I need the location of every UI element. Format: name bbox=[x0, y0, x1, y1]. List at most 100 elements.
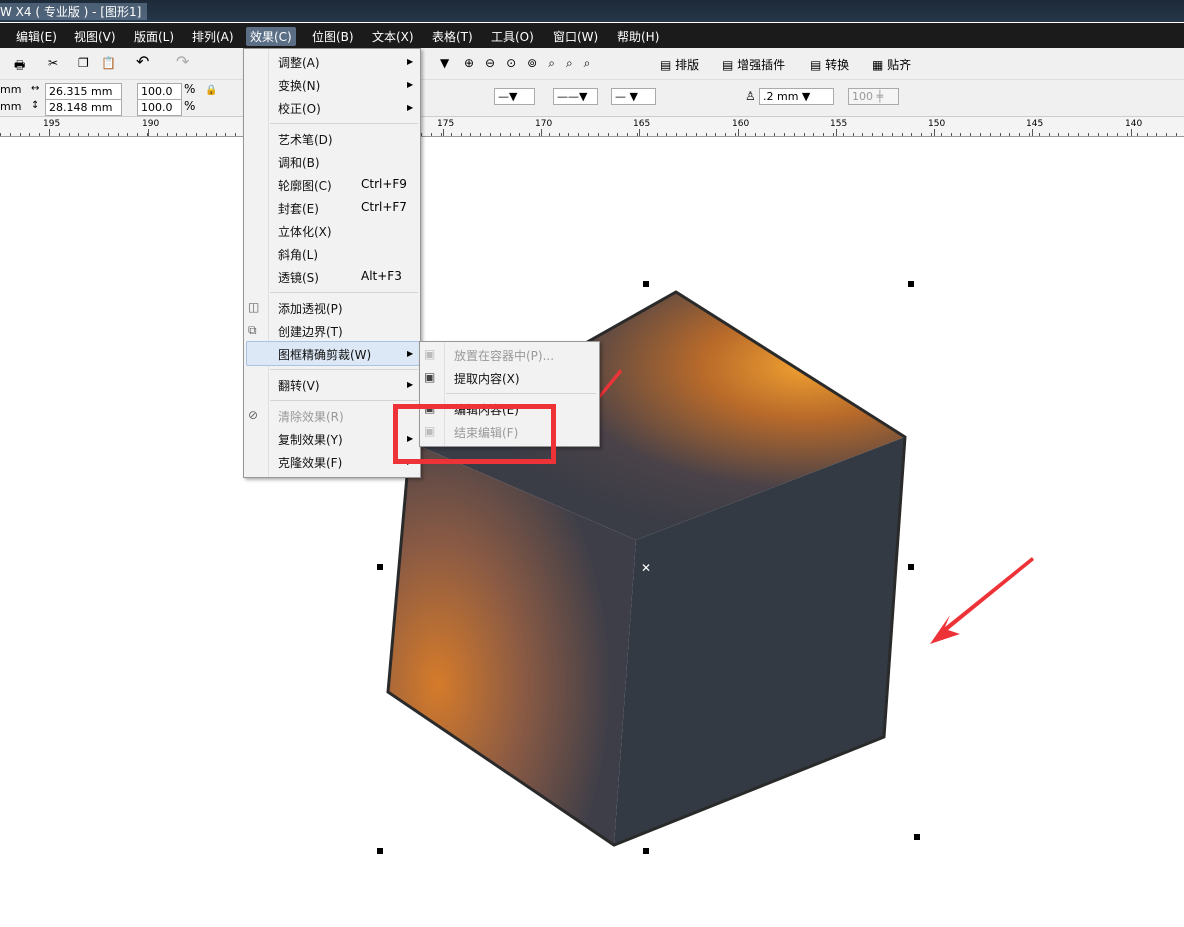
transparency-value: 100 bbox=[852, 90, 873, 103]
menu-bitmaps[interactable]: 位图(B) bbox=[308, 27, 358, 46]
menu-item[interactable]: 封套(E) bbox=[278, 200, 319, 217]
menu-tools[interactable]: 工具(O) bbox=[487, 27, 538, 46]
ruler-tick bbox=[852, 133, 854, 136]
ruler-major-tick bbox=[541, 129, 542, 136]
menu-separator bbox=[270, 369, 418, 370]
ruler-tick bbox=[725, 133, 727, 136]
menu-table[interactable]: 表格(T) bbox=[428, 27, 477, 46]
plugin-layout-label: 排版 bbox=[675, 58, 700, 72]
outline-width-select[interactable]: .2 mm ▼ bbox=[759, 88, 834, 105]
ruler-tick bbox=[1127, 133, 1128, 136]
plugin-convert-label: 转换 bbox=[825, 58, 850, 72]
submenu-item[interactable]: 提取内容(X) bbox=[454, 370, 520, 387]
zoom-icon[interactable]: ⊕⊖⊙⊚⌕⌕⌕ bbox=[464, 56, 601, 71]
menu-arrange[interactable]: 排列(A) bbox=[188, 27, 238, 46]
menu-item[interactable]: 变换(N) bbox=[278, 77, 320, 94]
copy-icon[interactable]: ❐ bbox=[78, 56, 89, 70]
scale-y-input[interactable]: 100.0 bbox=[137, 99, 182, 116]
menu-item[interactable]: 校正(O) bbox=[278, 100, 321, 117]
submenu-arrow-icon: ▶ bbox=[407, 380, 414, 389]
ruler-tick bbox=[1146, 133, 1148, 136]
undo-icon[interactable]: ↶ bbox=[136, 52, 149, 71]
menu-bar: 编辑(E) 视图(V) 版面(L) 排列(A) 效果(C) 位图(B) 文本(X… bbox=[0, 23, 1184, 48]
menu-help[interactable]: 帮助(H) bbox=[613, 27, 663, 46]
print-icon[interactable]: 🖶 bbox=[14, 56, 25, 77]
ruler-major-tick bbox=[738, 129, 739, 136]
ruler-tick bbox=[137, 133, 139, 136]
menu-item[interactable]: 清除效果(R) bbox=[278, 408, 344, 425]
ruler-tick bbox=[166, 133, 168, 136]
menu-edit[interactable]: 编辑(E) bbox=[12, 27, 61, 46]
standard-toolbar: 🖶 ✂ ❐ 📋 ↶ ↷ ▼ ⊕⊖⊙⊚⌕⌕⌕ ▤ 排版 ▤ 增强插件 ▤ 转换 ▦… bbox=[0, 48, 1184, 80]
menu-item[interactable]: 立体化(X) bbox=[278, 223, 332, 240]
ruler-tick bbox=[705, 133, 707, 136]
menu-item[interactable]: 复制效果(Y) bbox=[278, 431, 343, 448]
scale-x-input[interactable]: 100.0 bbox=[137, 83, 182, 100]
menu-item[interactable]: 克隆效果(F) bbox=[278, 454, 342, 471]
menu-item[interactable]: 透镜(S) bbox=[278, 269, 319, 286]
highlight-box bbox=[393, 404, 556, 464]
ruler-label: 170 bbox=[535, 119, 553, 129]
cut-icon[interactable]: ✂ bbox=[48, 56, 58, 70]
menu-item[interactable]: 艺术笔(D) bbox=[278, 131, 333, 148]
plugin-snap-label: 贴齐 bbox=[887, 58, 912, 72]
menu-effects[interactable]: 效果(C) bbox=[246, 27, 296, 46]
ruler-tick bbox=[460, 133, 462, 136]
menu-window[interactable]: 窗口(W) bbox=[549, 27, 602, 46]
plugin-convert-button[interactable]: ▤ 转换 bbox=[810, 56, 849, 73]
ruler-tick bbox=[29, 133, 31, 136]
menu-item[interactable]: 图框精确剪裁(W) bbox=[278, 346, 371, 363]
ruler-tick bbox=[1029, 133, 1030, 136]
end-arrow-select[interactable]: — ▼ bbox=[611, 88, 656, 105]
ruler-tick bbox=[568, 133, 570, 136]
transparency-input[interactable]: 100 ╪ bbox=[848, 88, 899, 105]
ruler-tick bbox=[842, 133, 844, 136]
ruler-tick bbox=[421, 133, 423, 136]
ruler-tick bbox=[558, 133, 560, 136]
ruler-tick bbox=[597, 133, 599, 136]
menu-item[interactable]: 翻转(V) bbox=[278, 377, 320, 394]
ruler-tick bbox=[891, 133, 893, 136]
menu-layout[interactable]: 版面(L) bbox=[130, 27, 178, 46]
outline-width-value: .2 mm bbox=[763, 90, 799, 103]
ruler-label: 145 bbox=[1026, 119, 1044, 129]
plugin-enhance-button[interactable]: ▤ 增强插件 bbox=[722, 56, 785, 73]
start-arrow-select[interactable]: —▼ bbox=[494, 88, 535, 105]
ruler-tick bbox=[813, 133, 815, 136]
menu-view[interactable]: 视图(V) bbox=[70, 27, 120, 46]
submenu-item[interactable]: 放置在容器中(P)... bbox=[454, 347, 554, 364]
ruler-tick bbox=[431, 133, 433, 136]
width-input[interactable]: 26.315 mm bbox=[45, 83, 122, 100]
line-style-select[interactable]: ——▼ bbox=[553, 88, 598, 105]
canvas[interactable]: ✕ bbox=[0, 137, 1184, 927]
ruler-label: 155 bbox=[830, 119, 848, 129]
ruler-tick bbox=[0, 133, 1, 136]
menu-item[interactable]: 创建边界(T) bbox=[278, 323, 343, 340]
plugin-snap-button[interactable]: ▦ 贴齐 bbox=[872, 56, 911, 73]
menu-item[interactable]: 添加透视(P) bbox=[278, 300, 343, 317]
redo-icon[interactable]: ↷ bbox=[176, 52, 189, 71]
zoom-dropdown-chevron-icon[interactable]: ▼ bbox=[440, 56, 449, 70]
ruler-tick bbox=[666, 133, 668, 136]
menu-item[interactable]: 轮廓图(C) bbox=[278, 177, 332, 194]
ruler-tick bbox=[480, 133, 482, 136]
ruler-tick bbox=[1009, 133, 1011, 136]
menu-item[interactable]: 调整(A) bbox=[278, 54, 320, 71]
window-title: W X4 ( 专业版 ) - [图形1] bbox=[0, 3, 148, 20]
ruler-tick bbox=[793, 133, 795, 136]
lock-icon[interactable]: 🔒 bbox=[205, 85, 217, 96]
center-x-icon: ✕ bbox=[641, 561, 651, 575]
menu-item[interactable]: 调和(B) bbox=[278, 154, 320, 171]
menu-text[interactable]: 文本(X) bbox=[368, 27, 418, 46]
ruler-tick bbox=[117, 133, 119, 136]
ruler-tick bbox=[1117, 133, 1119, 136]
ruler-tick bbox=[970, 133, 972, 136]
plugin-layout-button[interactable]: ▤ 排版 bbox=[660, 56, 699, 73]
ruler-label: 150 bbox=[928, 119, 946, 129]
ruler-tick bbox=[9, 133, 11, 136]
menu-item[interactable]: 斜角(L) bbox=[278, 246, 318, 263]
height-input[interactable]: 28.148 mm bbox=[45, 99, 122, 116]
paste-icon[interactable]: 📋 bbox=[101, 56, 116, 70]
ruler-label: 160 bbox=[732, 119, 750, 129]
menu-shortcut: Ctrl+F9 bbox=[361, 177, 407, 191]
